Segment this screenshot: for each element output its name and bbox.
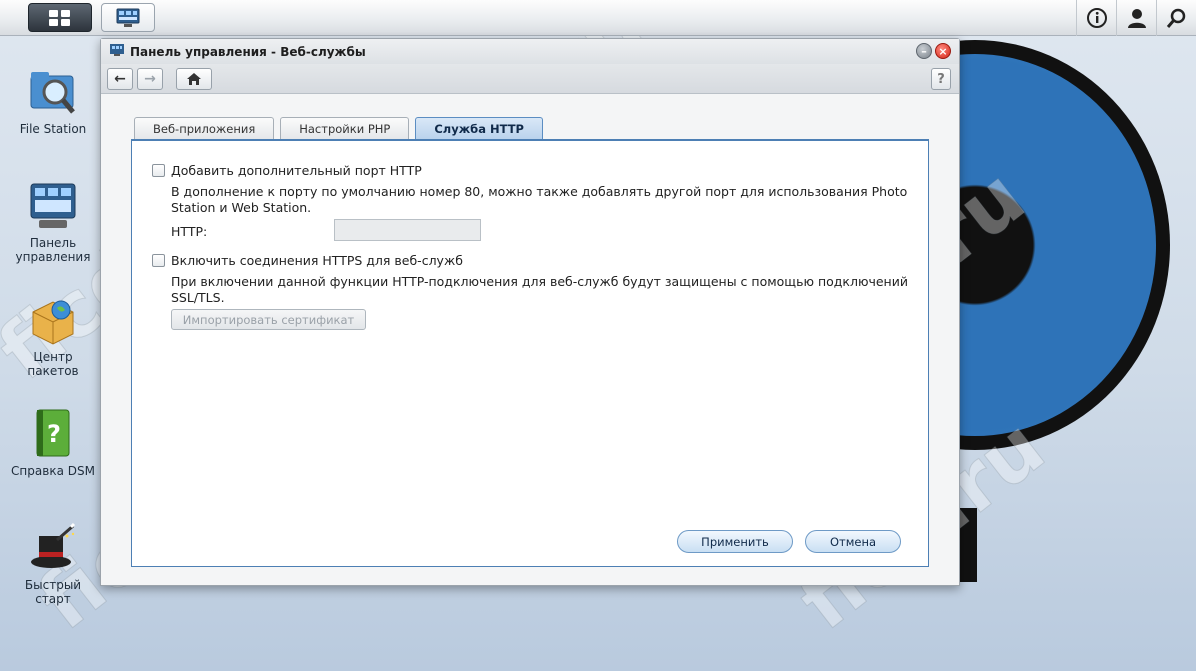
cancel-button[interactable]: Отмена (805, 530, 901, 553)
control-panel-window: Панель управления - Веб-службы – × ← → ?… (100, 38, 960, 586)
http-port-description: В дополнение к порту по умолчанию номер … (171, 184, 911, 216)
info-button[interactable] (1076, 0, 1116, 36)
desktop-icon-label: Быстрый старт (24, 578, 82, 606)
minimize-button[interactable]: – (916, 43, 932, 59)
taskbar (0, 0, 1196, 36)
http-port-input[interactable] (334, 219, 481, 241)
window-toolbar: ← → ? (101, 64, 959, 94)
grid-icon (49, 9, 70, 26)
help-button[interactable]: ? (931, 68, 951, 90)
arrow-left-icon: ← (114, 71, 126, 87)
control-panel-icon (109, 43, 125, 60)
https-desc-line: SSL/TLS. (171, 290, 225, 305)
svg-text:?: ? (47, 420, 61, 448)
search-button[interactable] (1156, 0, 1196, 36)
import-certificate-button[interactable]: Импортировать сертификат (171, 309, 366, 330)
http-field-label: HTTP: (171, 224, 208, 239)
user-button[interactable] (1116, 0, 1156, 36)
tab-http-service[interactable]: Служба HTTP (415, 117, 543, 140)
user-icon (1127, 9, 1146, 28)
desktop-icon-label: Панель управления (15, 236, 91, 264)
home-icon (187, 73, 201, 85)
desktop-icon-label: Справка DSM (11, 464, 95, 478)
main-menu-button[interactable] (28, 3, 92, 32)
desktop-icon-label: File Station (19, 122, 87, 136)
http-port-checkbox[interactable] (152, 164, 165, 177)
tab-web-apps[interactable]: Веб-приложения (134, 117, 275, 139)
magic-hat-icon (27, 522, 79, 574)
minimize-icon: – (921, 44, 927, 58)
http-desc-line: Station и Web Station. (171, 200, 312, 215)
http-port-label: Добавить дополнительный порт HTTP (171, 163, 422, 178)
https-description: При включении данной функции HTTP-подклю… (171, 274, 911, 306)
desktop-icon-file-station[interactable]: File Station (8, 66, 98, 136)
close-button[interactable]: × (935, 43, 951, 59)
tab-php-settings[interactable]: Настройки PHP (280, 117, 410, 139)
arrow-right-icon: → (144, 71, 156, 87)
window-title: Панель управления - Веб-службы (130, 44, 366, 59)
http-port-option: Добавить дополнительный порт HTTP (152, 163, 422, 178)
apply-button[interactable]: Применить (677, 530, 793, 553)
desktop-icon-dsm-help[interactable]: ? Справка DSM (8, 408, 98, 478)
search-icon (1166, 8, 1185, 28)
close-icon: × (938, 44, 948, 58)
control-panel-icon (27, 180, 79, 232)
back-button[interactable]: ← (107, 68, 133, 90)
info-icon (1086, 8, 1107, 28)
taskbar-control-panel-button[interactable] (101, 3, 155, 32)
desktop-icon-package-center[interactable]: Центр пакетов (8, 294, 98, 378)
control-panel-icon (116, 8, 140, 27)
http-service-panel: Добавить дополнительный порт HTTP В допо… (131, 139, 929, 567)
desktop-icon-quick-start[interactable]: Быстрый старт (8, 522, 98, 606)
window-body: Веб-приложения Настройки PHP Служба HTTP… (101, 94, 959, 585)
home-button[interactable] (176, 68, 212, 90)
https-desc-line: При включении данной функции HTTP-подклю… (171, 274, 908, 289)
magnifier-folder-icon (27, 66, 79, 118)
forward-button[interactable]: → (137, 68, 163, 90)
window-titlebar[interactable]: Панель управления - Веб-службы (101, 39, 959, 64)
https-option: Включить соединения HTTPS для веб-служб (152, 253, 463, 268)
desktop-icon-control-panel[interactable]: Панель управления (8, 180, 98, 264)
https-label: Включить соединения HTTPS для веб-служб (171, 253, 463, 268)
package-center-icon (27, 294, 79, 346)
http-desc-line: В дополнение к порту по умолчанию номер … (171, 184, 908, 199)
https-checkbox[interactable] (152, 254, 165, 267)
tab-bar: Веб-приложения Настройки PHP Служба HTTP (134, 117, 543, 140)
help-book-icon: ? (27, 408, 79, 460)
help-icon: ? (937, 71, 945, 87)
desktop-icon-label: Центр пакетов (27, 350, 79, 378)
